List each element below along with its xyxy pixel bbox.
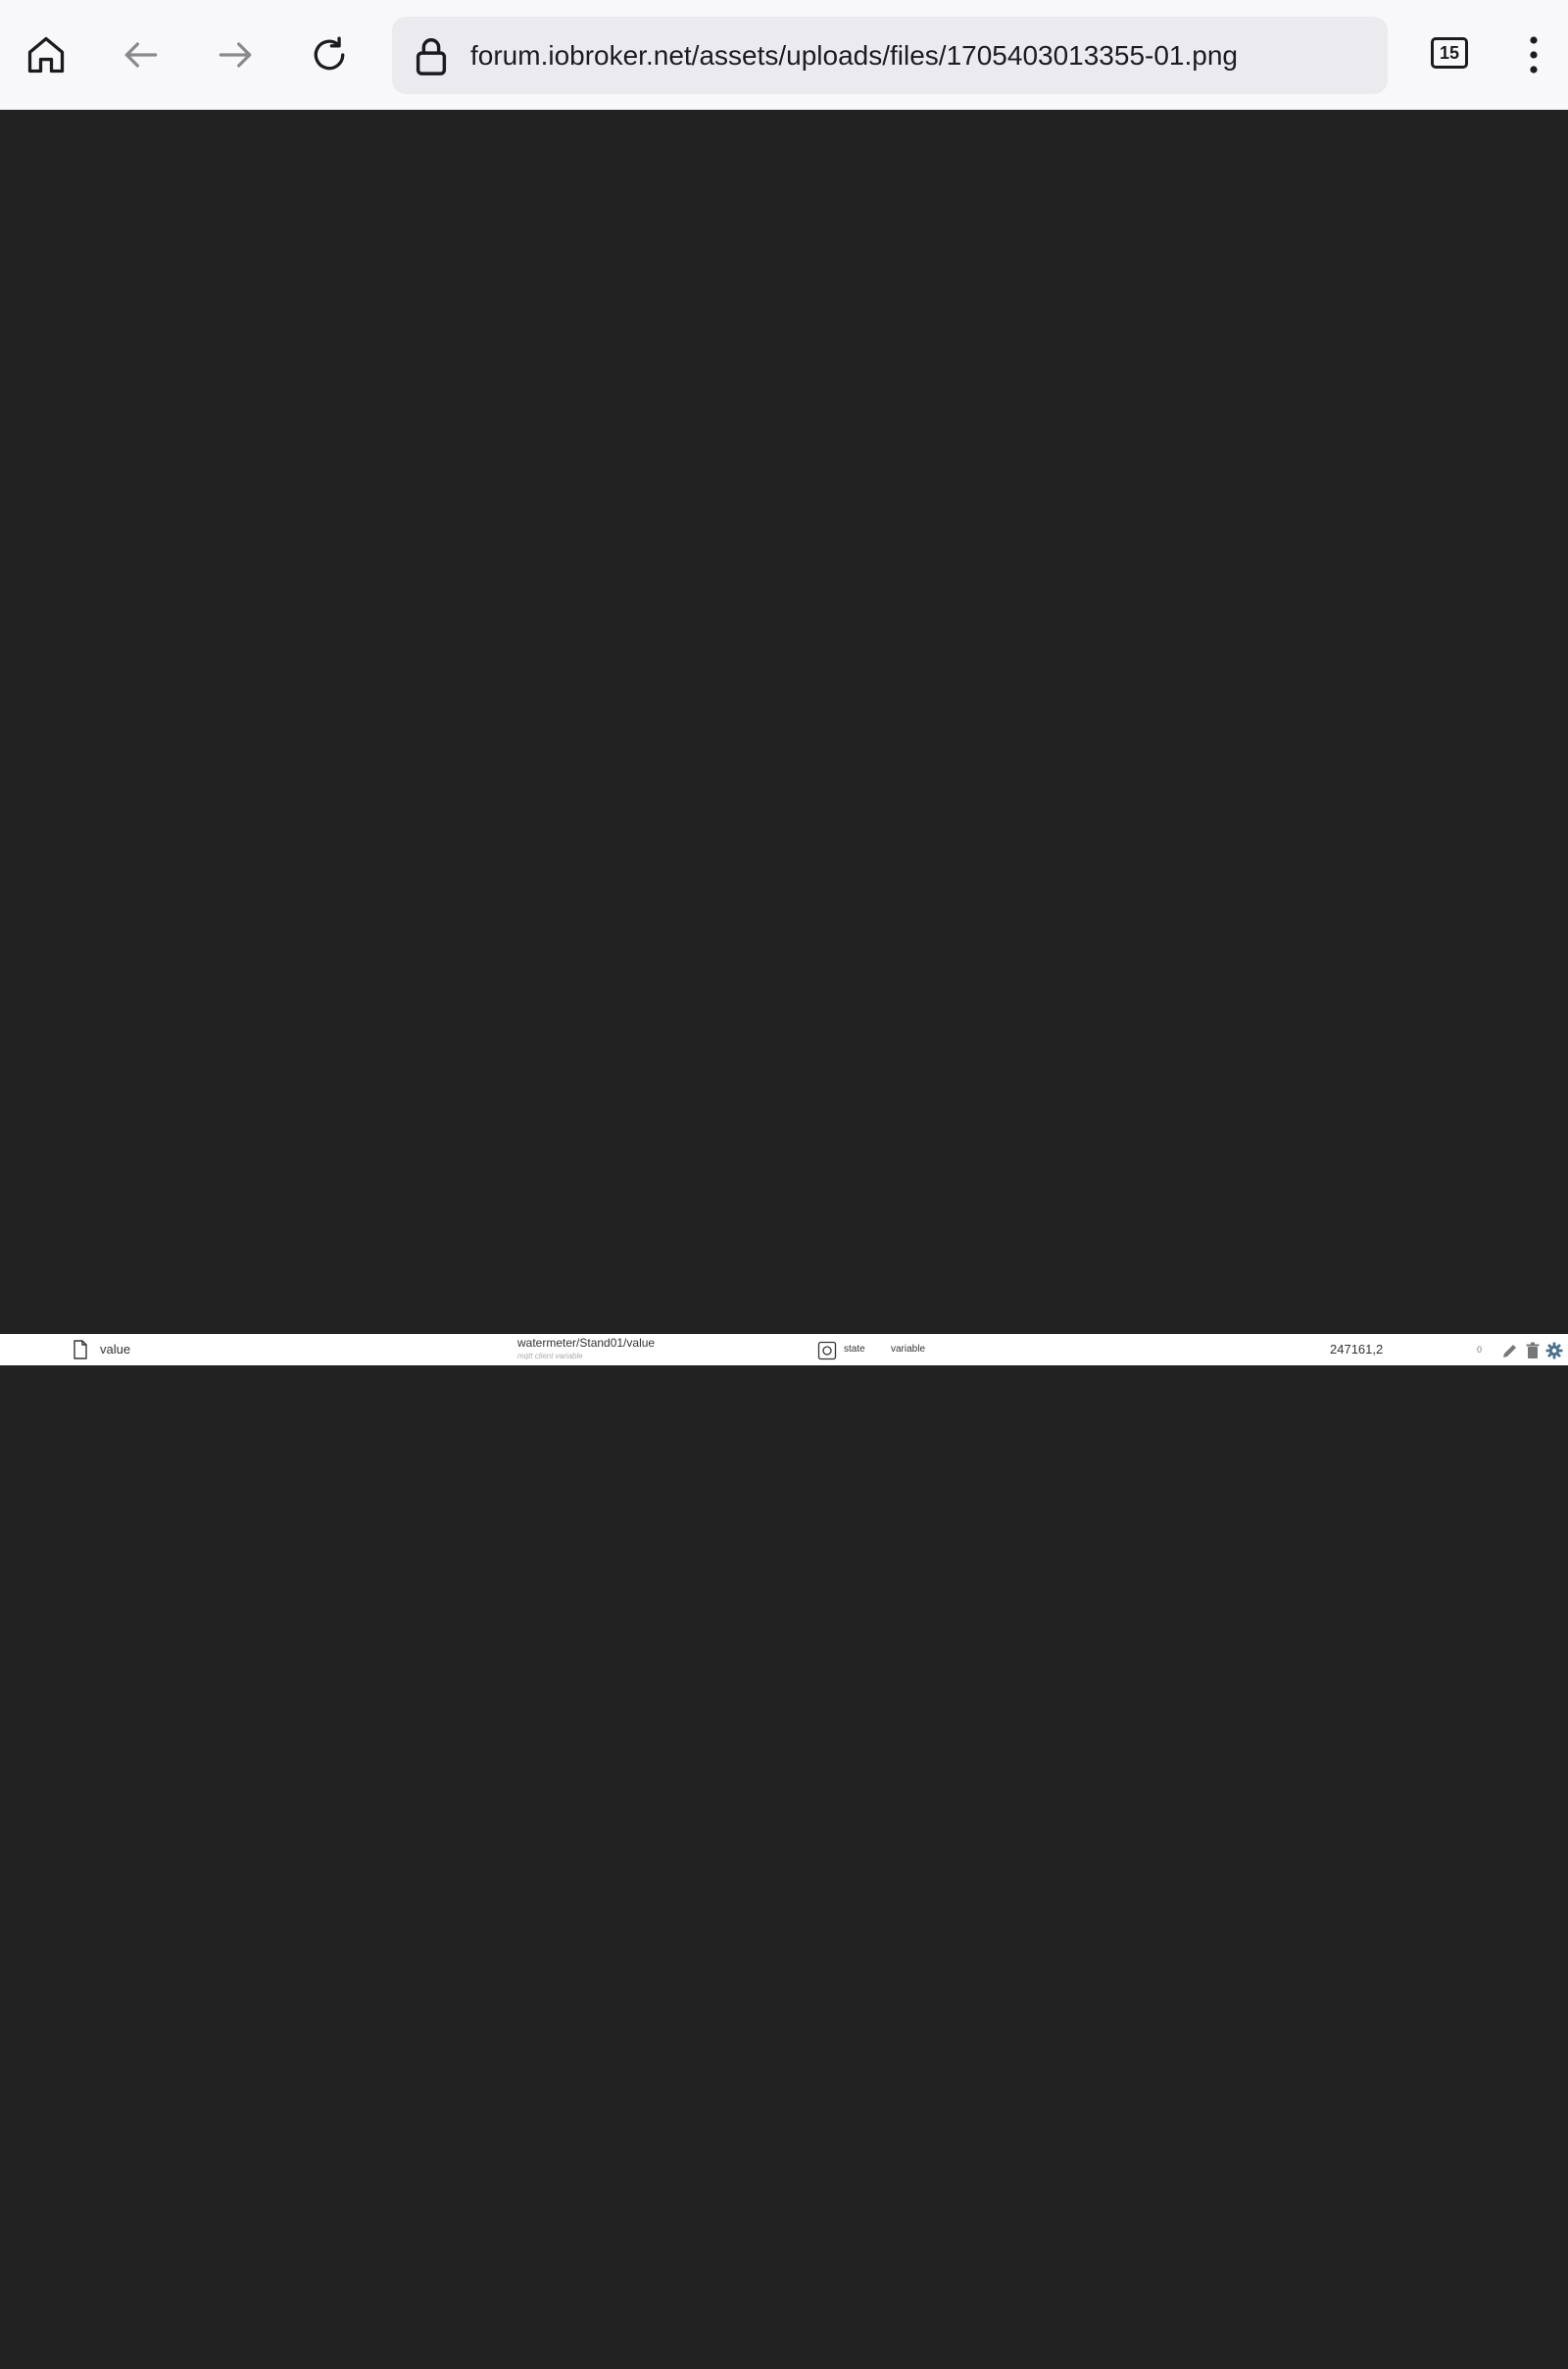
reload-button[interactable]: [296, 22, 363, 88]
more-vertical-icon[interactable]: [1519, 25, 1548, 84]
object-value: 247161,2: [1330, 1342, 1384, 1357]
reload-icon: [314, 36, 345, 71]
browser-toolbar: forum.iobroker.net/assets/uploads/files/…: [0, 0, 1568, 110]
address-bar[interactable]: forum.iobroker.net/assets/uploads/files/…: [392, 17, 1388, 94]
file-icon: [74, 1340, 87, 1359]
object-type: state: [844, 1344, 865, 1355]
object-description: mqtt client variable: [517, 1352, 583, 1360]
object-quality: 0: [1477, 1345, 1483, 1355]
arrow-left-icon: [124, 42, 158, 68]
object-role: variable: [891, 1344, 926, 1355]
trash-icon: [1526, 1342, 1540, 1358]
lock-icon: [416, 38, 447, 75]
url-text[interactable]: forum.iobroker.net/assets/uploads/files/…: [470, 17, 1238, 94]
screenshot-image: value watermeter/Stand01/value mqtt clie…: [0, 1334, 1568, 1365]
gear-icon: [1545, 1342, 1563, 1359]
object-id: watermeter/Stand01/value: [517, 1336, 656, 1350]
forward-button[interactable]: [202, 22, 269, 88]
tab-switcher-button[interactable]: 15: [1431, 37, 1468, 69]
arrow-right-icon: [219, 42, 252, 68]
object-name: value: [100, 1342, 131, 1357]
home-icon: [27, 36, 65, 74]
state-icon: [817, 1341, 837, 1360]
home-button[interactable]: [13, 22, 79, 88]
pencil-icon: [1503, 1345, 1516, 1357]
image-viewer: value watermeter/Stand01/value mqtt clie…: [0, 110, 1568, 2369]
back-button[interactable]: [108, 22, 174, 88]
